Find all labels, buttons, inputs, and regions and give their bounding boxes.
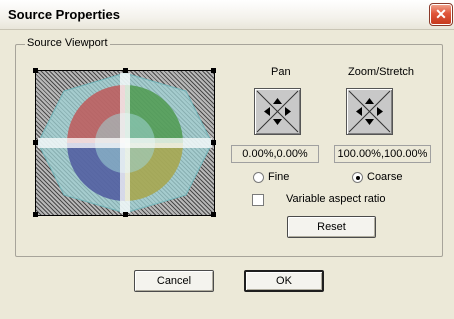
- resize-handle-bottom-left[interactable]: [33, 212, 38, 217]
- variable-aspect-label: Variable aspect ratio: [286, 193, 386, 205]
- close-icon: ✕: [435, 6, 447, 22]
- zoom-control[interactable]: [346, 88, 393, 135]
- pan-arrows-icon: [256, 90, 299, 133]
- coarse-radio[interactable]: [352, 172, 363, 183]
- ok-button[interactable]: OK: [244, 270, 324, 292]
- resize-handle-top-right[interactable]: [211, 68, 216, 73]
- viewport-preview[interactable]: [33, 68, 216, 217]
- variable-aspect-checkbox[interactable]: [252, 194, 264, 206]
- fine-label: Fine: [268, 171, 290, 183]
- zoom-label: Zoom/Stretch: [348, 66, 415, 78]
- group-label: Source Viewport: [25, 37, 110, 49]
- zoom-arrows-icon: [348, 90, 391, 133]
- zoom-readout: 100.00%,100.00%: [334, 145, 431, 163]
- close-button[interactable]: ✕: [429, 3, 453, 26]
- pan-label: Pan: [271, 66, 291, 78]
- resize-handle-left[interactable]: [33, 140, 38, 145]
- window-title: Source Properties: [8, 7, 120, 22]
- pan-control[interactable]: [254, 88, 301, 135]
- resize-handle-bottom-right[interactable]: [211, 212, 216, 217]
- reset-button[interactable]: Reset: [287, 216, 376, 238]
- cancel-button[interactable]: Cancel: [134, 270, 214, 292]
- pan-readout: 0.00%,0.00%: [231, 145, 319, 163]
- resize-handle-top[interactable]: [123, 68, 128, 73]
- fine-radio[interactable]: [253, 172, 264, 183]
- resize-handle-top-left[interactable]: [33, 68, 38, 73]
- source-image: [37, 72, 213, 214]
- resize-handle-bottom[interactable]: [123, 212, 128, 217]
- title-bar: Source Properties ✕: [0, 0, 454, 30]
- resize-handle-right[interactable]: [211, 140, 216, 145]
- coarse-label: Coarse: [367, 171, 403, 183]
